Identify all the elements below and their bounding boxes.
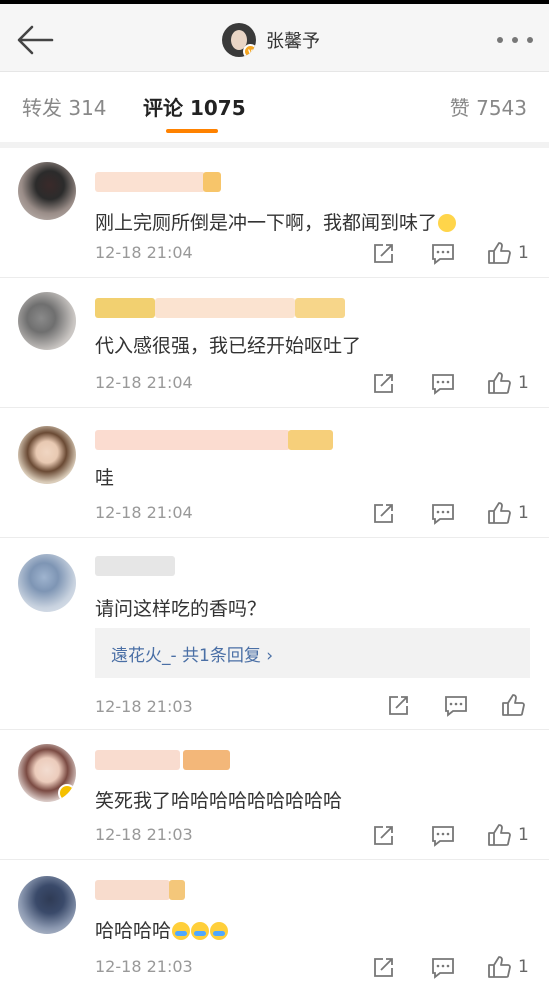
avatar[interactable] xyxy=(18,554,76,612)
share-icon[interactable] xyxy=(370,501,396,527)
reply-link[interactable]: 遠花火_- 共1条回复 › xyxy=(111,641,273,666)
share-icon[interactable] xyxy=(370,823,396,849)
comment-text: 哈哈哈哈 xyxy=(95,916,229,943)
comment-time: 12-18 21:03 xyxy=(95,825,193,844)
like-thumb-icon[interactable] xyxy=(486,954,512,980)
like-count: 1 xyxy=(518,373,529,393)
avatar[interactable] xyxy=(18,876,76,934)
comment-icon[interactable] xyxy=(430,501,456,527)
avatar[interactable] xyxy=(18,162,76,220)
top-bar: v 张馨予 xyxy=(0,0,549,72)
like-thumb-icon[interactable] xyxy=(486,240,512,266)
laugh-cry-emoji-icon xyxy=(210,922,229,940)
share-icon[interactable] xyxy=(370,241,396,267)
doge-emoji-icon xyxy=(438,214,457,232)
comment-time: 12-18 21:03 xyxy=(95,957,193,976)
like-count: 1 xyxy=(518,503,529,523)
username-blurred[interactable] xyxy=(95,172,225,192)
like-count: 1 xyxy=(518,243,529,263)
list-item: 哈哈哈哈 12-18 21:03 1 xyxy=(0,860,549,1000)
comment-text: 哇 xyxy=(95,467,115,489)
username-blurred[interactable] xyxy=(95,750,230,770)
active-tab-indicator xyxy=(166,129,218,133)
verified-badge-icon: v xyxy=(243,44,256,57)
page-title: 张馨予 xyxy=(266,31,320,52)
avatar[interactable] xyxy=(18,292,76,350)
comment-text: 刚上完厕所倒是冲一下啊，我都闻到味了 xyxy=(95,208,457,235)
username-blurred[interactable] xyxy=(95,556,175,576)
comment-text: 请问这样吃的香吗？ xyxy=(95,598,267,620)
tab-forward[interactable]: 转发 314 xyxy=(22,92,107,121)
like-thumb-icon[interactable] xyxy=(486,822,512,848)
comment-time: 12-18 21:04 xyxy=(95,373,193,392)
username-blurred[interactable] xyxy=(95,298,345,318)
list-item: 笑死我了哈哈哈哈哈哈哈哈哈 12-18 21:03 1 xyxy=(0,730,549,860)
username-blurred[interactable] xyxy=(95,430,333,450)
tab-bar: 转发 314 评论 1075 赞 7543 xyxy=(0,72,549,142)
reply-preview[interactable]: 遠花火_- 共1条回复 › xyxy=(95,628,530,678)
like-thumb-icon[interactable] xyxy=(486,370,512,396)
username-blurred[interactable] xyxy=(95,880,185,900)
comment-icon[interactable] xyxy=(430,955,456,981)
list-item: 刚上完厕所倒是冲一下啊，我都闻到味了 12-18 21:04 1 xyxy=(0,148,549,278)
comment-icon[interactable] xyxy=(430,823,456,849)
more-options-icon[interactable] xyxy=(497,28,533,52)
verified-badge-icon xyxy=(58,784,76,802)
tab-like[interactable]: 赞 7543 xyxy=(450,92,527,121)
avatar[interactable]: v xyxy=(222,23,256,57)
like-count: 1 xyxy=(518,957,529,977)
like-thumb-icon[interactable] xyxy=(486,500,512,526)
share-icon[interactable] xyxy=(370,955,396,981)
laugh-cry-emoji-icon xyxy=(172,922,191,940)
list-item: 哇 12-18 21:04 1 xyxy=(0,408,549,538)
back-arrow-icon[interactable] xyxy=(14,20,56,60)
list-item: 代入感很强，我已经开始呕吐了 12-18 21:04 1 xyxy=(0,278,549,408)
comment-icon[interactable] xyxy=(430,371,456,397)
comment-text: 代入感很强，我已经开始呕吐了 xyxy=(95,335,362,357)
like-count: 1 xyxy=(518,825,529,845)
comment-icon[interactable] xyxy=(430,241,456,267)
tab-comment[interactable]: 评论 1075 xyxy=(143,92,246,121)
avatar[interactable] xyxy=(18,426,76,484)
comment-time: 12-18 21:04 xyxy=(95,243,193,262)
like-thumb-icon[interactable] xyxy=(500,692,526,718)
comment-icon[interactable] xyxy=(443,693,469,719)
comment-time: 12-18 21:04 xyxy=(95,503,193,522)
share-icon[interactable] xyxy=(370,371,396,397)
laugh-cry-emoji-icon xyxy=(191,922,210,940)
avatar[interactable] xyxy=(18,744,76,802)
comment-time: 12-18 21:03 xyxy=(95,697,193,716)
comment-text: 笑死我了哈哈哈哈哈哈哈哈哈 xyxy=(95,790,343,812)
header-title[interactable]: v 张馨予 xyxy=(222,20,320,60)
share-icon[interactable] xyxy=(385,693,411,719)
